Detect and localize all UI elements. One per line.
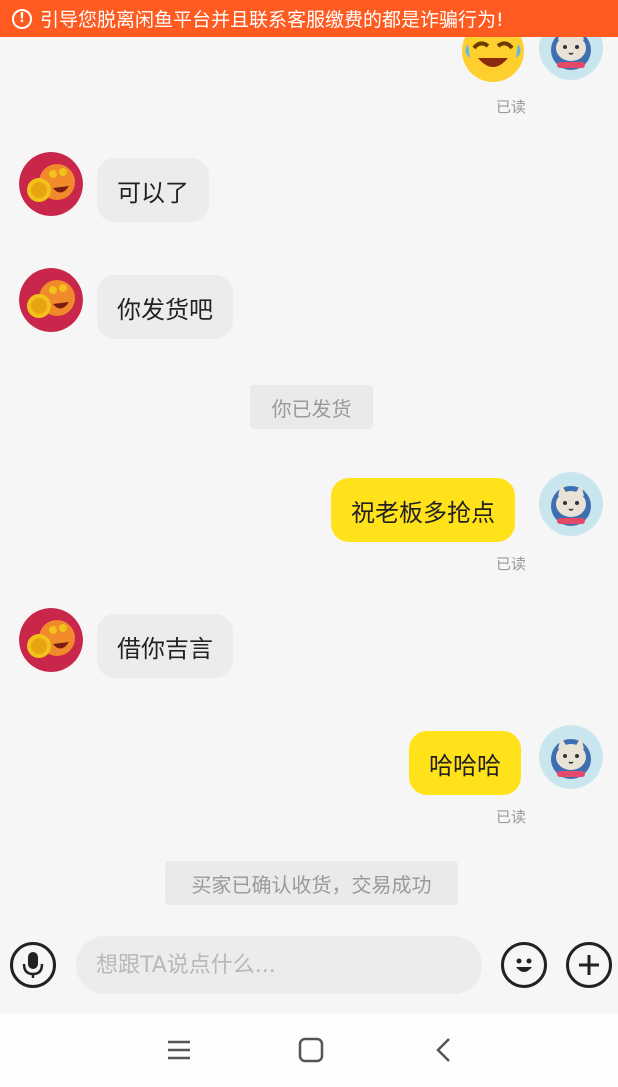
warning-icon: ! (12, 8, 32, 29)
fraud-warning-banner: ! 引导您脱离闲鱼平台并且联系客服缴费的都是诈骗行为! (0, 0, 618, 37)
menu-icon (168, 1040, 190, 1060)
system-navigation-bar (0, 1013, 618, 1087)
my-avatar[interactable] (539, 472, 603, 536)
more-actions-button[interactable] (566, 942, 612, 988)
message-bubble[interactable]: 你发货吧 (97, 275, 233, 339)
microphone-icon (22, 952, 44, 978)
fraud-warning-text: 引导您脱离闲鱼平台并且联系客服缴费的都是诈骗行为! (40, 9, 504, 31)
smiley-icon (516, 958, 532, 972)
my-avatar[interactable] (539, 725, 603, 789)
message-bubble[interactable]: 哈哈哈 (409, 731, 521, 795)
cat-avatar-icon (539, 472, 603, 536)
read-receipt: 已读 (495, 98, 526, 116)
back-button[interactable] (424, 1033, 464, 1067)
message-input[interactable] (76, 936, 482, 994)
message-bubble[interactable]: 祝老板多抢点 (331, 478, 515, 542)
seller-avatar[interactable] (19, 268, 83, 332)
voice-button[interactable] (10, 942, 56, 988)
cat-avatar-icon (539, 725, 603, 789)
read-receipt: 已读 (495, 808, 526, 826)
system-notice: 买家已确认收货，交易成功 (165, 861, 458, 905)
read-receipt: 已读 (495, 555, 526, 573)
system-notice: 你已发货 (250, 385, 373, 429)
coin-character-avatar-icon (19, 268, 83, 332)
message-input-bar (0, 918, 618, 1013)
message-bubble[interactable]: 可以了 (97, 158, 209, 222)
home-square-icon (298, 1037, 324, 1063)
coin-character-avatar-icon (19, 608, 83, 672)
seller-avatar[interactable] (19, 608, 83, 672)
plus-icon (579, 955, 599, 975)
menu-button[interactable] (159, 1033, 199, 1067)
home-button[interactable] (291, 1033, 331, 1067)
emoji-button[interactable] (501, 942, 547, 988)
message-bubble[interactable]: 借你吉言 (97, 614, 233, 678)
seller-avatar[interactable] (19, 152, 83, 216)
back-chevron-icon (436, 1038, 450, 1062)
coin-character-avatar-icon (19, 152, 83, 216)
